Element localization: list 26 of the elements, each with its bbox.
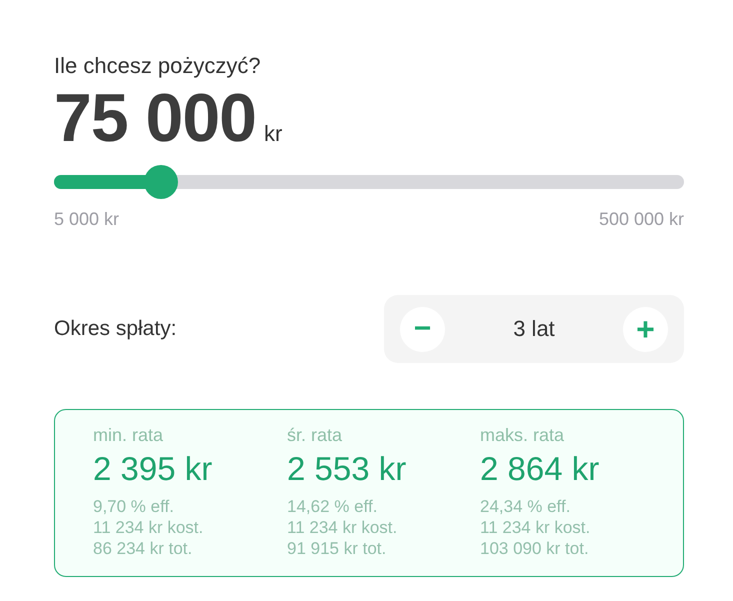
decrement-button[interactable]: − (400, 306, 445, 352)
amount-slider-track[interactable] (54, 165, 684, 199)
term-value: 3 lat (513, 316, 555, 342)
rate-label: śr. rata (287, 424, 342, 446)
rate-detail: 91 915 kr tot. (287, 538, 386, 559)
slider-min-label: 5 000 kr (54, 208, 120, 230)
slider-max-label: 500 000 kr (598, 208, 684, 230)
rate-detail: 24,34 % eff. (480, 496, 570, 517)
rate-amount: 2 864 kr (480, 449, 600, 489)
rate-detail: 9,70 % eff. (93, 496, 174, 517)
rate-detail: 11 234 kr kost. (480, 517, 590, 538)
rate-detail: 11 234 kr kost. (287, 517, 398, 538)
rate-label: min. rata (93, 424, 164, 446)
slider-thumb[interactable] (144, 165, 178, 199)
rate-detail: 103 090 kr tot. (480, 538, 589, 559)
currency-unit: kr (264, 121, 282, 147)
loan-amount: 75 000 (54, 82, 256, 154)
rate-detail: 14,62 % eff. (287, 496, 378, 517)
increment-button[interactable]: + (623, 306, 668, 352)
term-label: Okres spłaty: (54, 316, 177, 342)
question-heading: Ile chcesz pożyczyć? (54, 52, 261, 80)
rate-detail: 11 234 kr kost. (93, 517, 204, 538)
rate-label: maks. rata (480, 424, 564, 446)
rate-amount: 2 395 kr (93, 449, 212, 489)
rate-amount: 2 553 kr (287, 449, 406, 489)
rate-detail: 86 234 kr tot. (93, 538, 192, 559)
